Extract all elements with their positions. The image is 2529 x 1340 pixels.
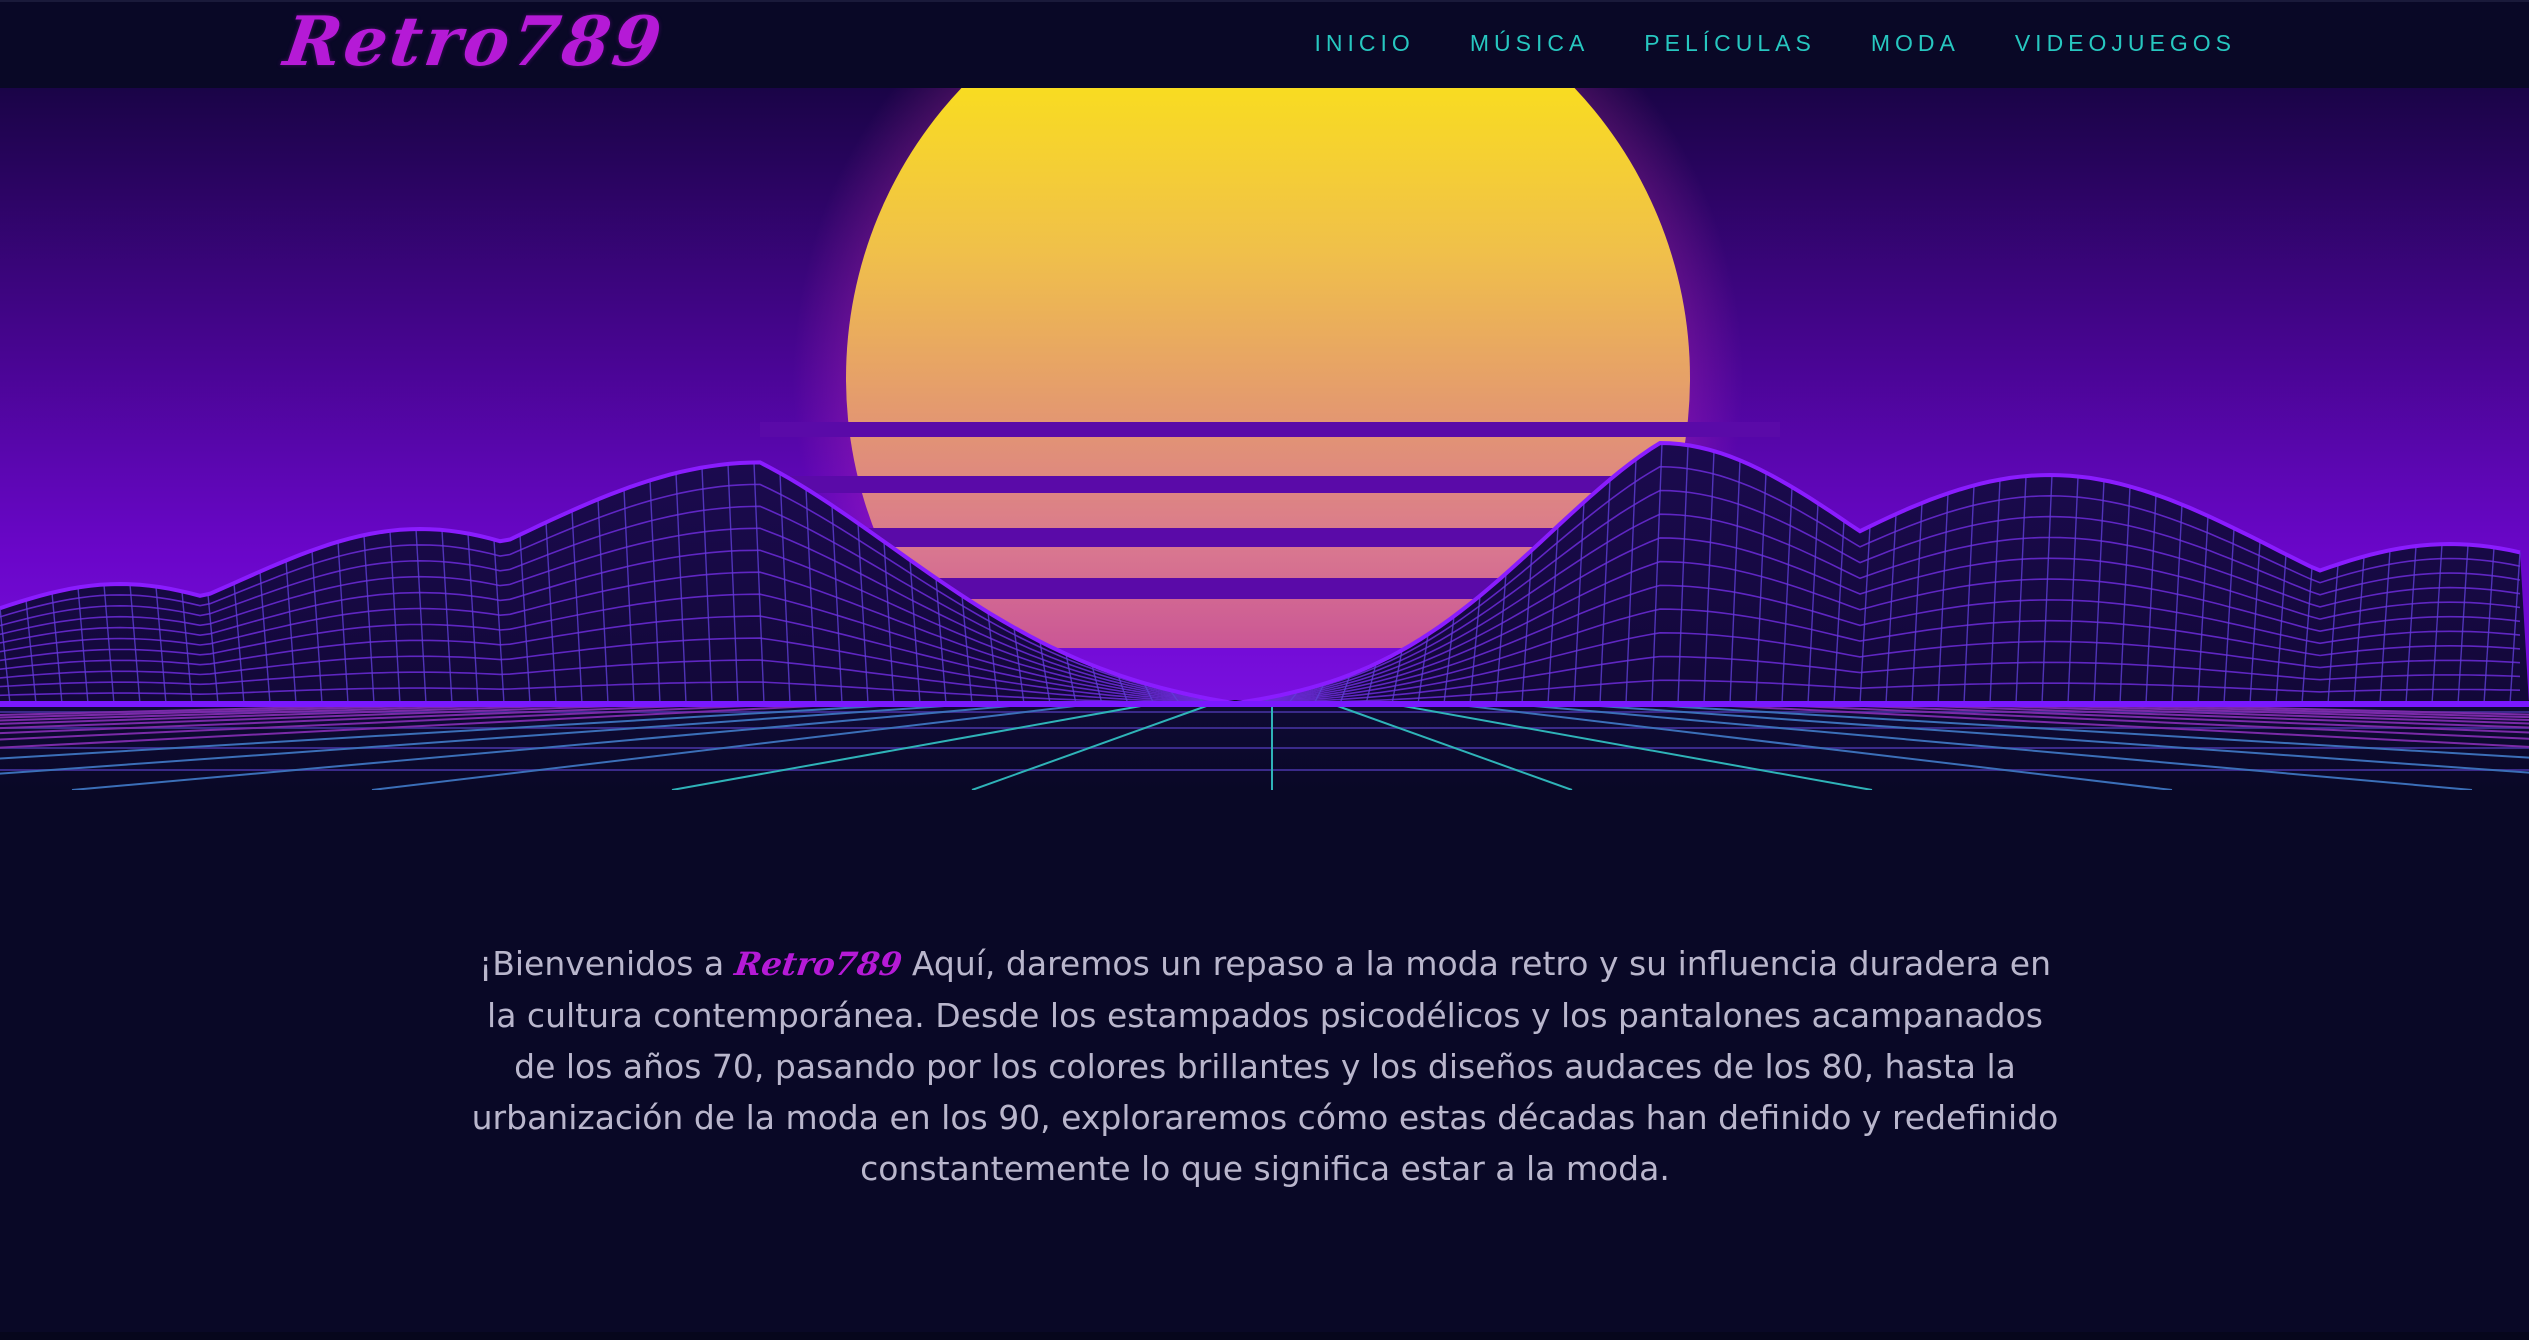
intro-brand: Retro789 [732, 945, 905, 983]
horizon-line [0, 701, 2529, 707]
nav-link-musica[interactable]: MÚSICA [1470, 30, 1589, 57]
nav-link-videojuegos[interactable]: VIDEOJUEGOS [2015, 30, 2236, 57]
nav-link-peliculas[interactable]: PELÍCULAS [1644, 30, 1816, 57]
main-nav: INICIO MÚSICA PELÍCULAS MODA VIDEOJUEGOS [1315, 30, 2236, 57]
nav-link-moda[interactable]: MODA [1871, 30, 1960, 57]
intro-paragraph: ¡Bienvenidos a Retro789 Aquí, daremos un… [470, 938, 2060, 1194]
intro-lead: ¡Bienvenidos a [478, 944, 735, 983]
site-logo[interactable]: Retro789 [279, 2, 669, 82]
nav-link-inicio[interactable]: INICIO [1315, 30, 1415, 57]
footer-strip [0, 1332, 2529, 1340]
hero-banner [0, 88, 2529, 790]
site-header: Retro789 INICIO MÚSICA PELÍCULAS MODA VI… [0, 0, 2529, 88]
synthwave-illustration [0, 88, 2529, 790]
